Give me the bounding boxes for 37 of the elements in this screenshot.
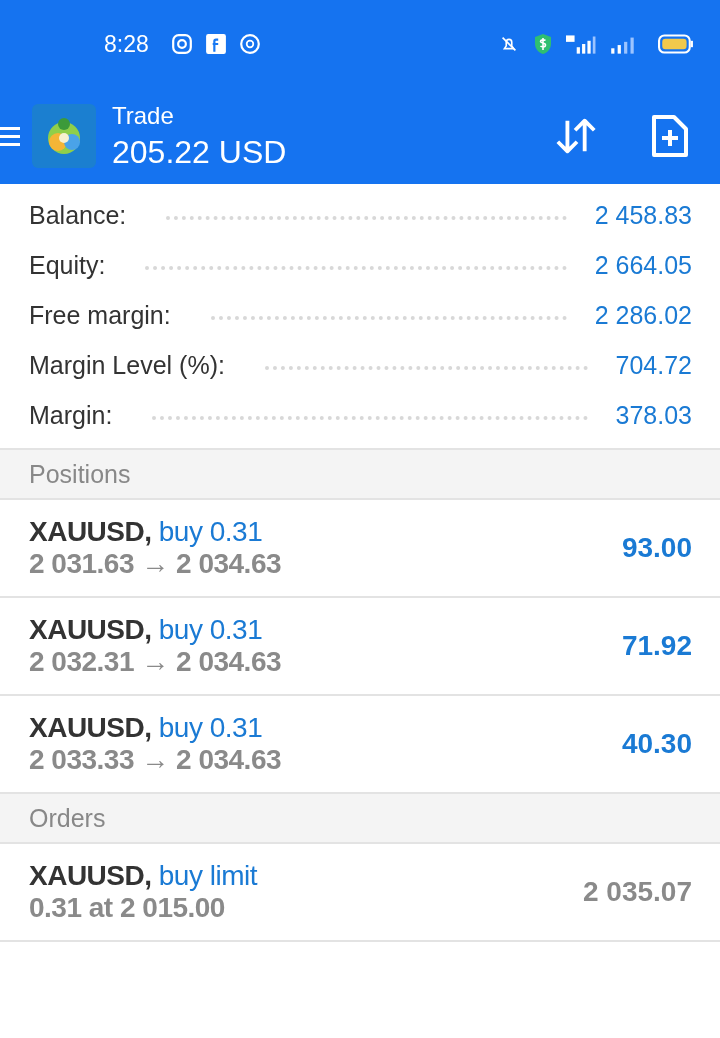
- summary-value: 378.03: [615, 400, 692, 430]
- app-icon: [204, 33, 227, 55]
- summary-label: Balance:: [29, 200, 127, 230]
- summary-value: 704.72: [615, 350, 692, 380]
- order-price: 2 035.07: [583, 876, 692, 908]
- position-row[interactable]: XAUUSD, buy 0.31 2 032.31 → 2 034.63 71.92: [0, 598, 720, 696]
- camera-icon: [170, 33, 193, 55]
- battery-icon: [658, 34, 694, 54]
- position-title: XAUUSD, buy 0.31: [29, 712, 264, 744]
- position-profit: 40.30: [621, 728, 692, 760]
- section-title: Orders: [29, 803, 106, 833]
- position-prices: 2 033.33 → 2 034.63: [29, 744, 283, 776]
- position-prices: 2 032.31 → 2 034.63: [29, 646, 283, 678]
- status-time: 8:28: [104, 30, 149, 58]
- summary-value: 2 458.83: [594, 200, 692, 230]
- summary-value: 2 664.05: [594, 250, 692, 280]
- shield-icon: [532, 33, 554, 55]
- new-order-icon[interactable]: [650, 114, 690, 158]
- summary-value: 2 286.02: [594, 300, 692, 330]
- summary-label: Margin Level (%):: [29, 350, 225, 380]
- position-title: XAUUSD, buy 0.31: [29, 614, 264, 646]
- position-profit: 93.00: [621, 532, 692, 564]
- screen-title: Trade: [112, 101, 175, 130]
- summary-label: Free margin:: [29, 300, 171, 330]
- app-logo-icon: [32, 104, 96, 168]
- summary-label: Equity:: [29, 250, 106, 280]
- order-details: 0.31 at 2 015.00: [29, 892, 226, 924]
- position-profit: 71.92: [621, 630, 692, 662]
- summary-label: Margin:: [29, 400, 113, 430]
- order-title: XAUUSD, buy limit: [29, 860, 259, 892]
- position-title: XAUUSD, buy 0.31: [29, 516, 264, 548]
- position-prices: 2 031.63 → 2 034.63: [29, 548, 283, 580]
- section-title: Positions: [29, 459, 131, 489]
- account-balance: 205.22 USD: [112, 133, 288, 171]
- order-row[interactable]: XAUUSD, buy limit 0.31 at 2 015.00 2 035.07: [0, 844, 720, 942]
- position-row[interactable]: XAUUSD, buy 0.31 2 031.63 → 2 034.63 93.00: [0, 500, 720, 598]
- signal-icon: [566, 33, 596, 55]
